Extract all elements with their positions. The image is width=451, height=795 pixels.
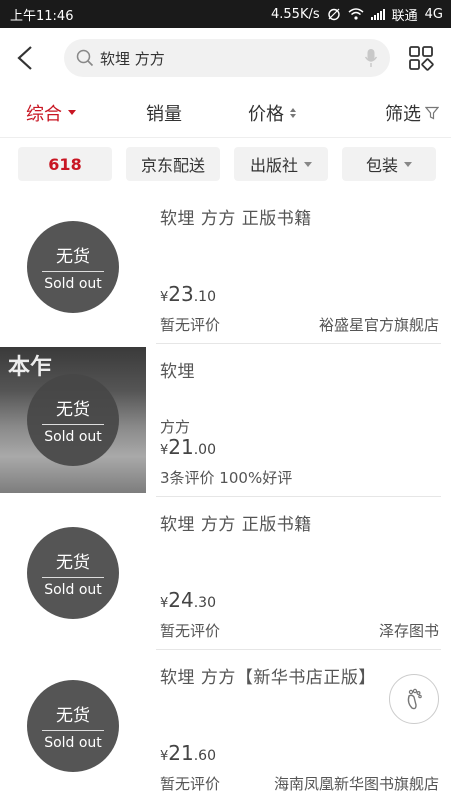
sort-bar: 综合 销量 价格 筛选 [0, 88, 451, 138]
product-title: 软埋 方方 正版书籍 [160, 515, 312, 535]
product-price: ¥24.30 [160, 588, 216, 612]
product-reviews: 3条评价 100%好评 [160, 469, 293, 487]
sort-tab-filter[interactable]: 筛选 [372, 100, 439, 126]
sold-out-badge: 无货 Sold out [27, 527, 119, 619]
carrier-name: 联通 [391, 8, 418, 24]
shop-name[interactable]: 裕盛星官方旗舰店 [319, 314, 439, 335]
product-reviews: 暂无评价 [160, 622, 221, 640]
shop-name[interactable]: 海南凤凰新华图书旗舰店 [274, 773, 439, 794]
filter-chip-jd-delivery[interactable]: 京东配送 [126, 147, 220, 181]
sort-tab-comprehensive[interactable]: 综合 [26, 100, 146, 126]
chevron-down-icon [304, 161, 312, 167]
product-title: 软埋 方方 正版书籍 [160, 209, 312, 229]
sold-out-badge: 无货 Sold out [27, 221, 119, 313]
chevron-down-icon [404, 161, 412, 167]
shop-name[interactable]: 泽存图书 [379, 620, 439, 641]
product-reviews: 暂无评价 [160, 775, 221, 793]
net-speed: 4.55K/s [271, 6, 320, 22]
filter-chip-packaging[interactable]: 包装 [342, 147, 436, 181]
sort-tab-price[interactable]: 价格 [248, 100, 372, 126]
product-title: 软埋 [160, 362, 195, 382]
product-item[interactable]: 无货 Sold out 软埋 方方 正版书籍 ¥23.10 暂无评价 裕盛星官方… [0, 190, 451, 343]
filter-funnel-icon [425, 106, 439, 119]
product-reviews: 暂无评价 [160, 316, 221, 334]
signal-icon [370, 8, 385, 20]
search-query[interactable]: 软埋 方方 [100, 48, 364, 69]
product-item[interactable]: 本乍 无货 Sold out 软埋 方方 ¥21.00 3条评价 100%好评 [0, 343, 451, 496]
back-arrow-icon [17, 46, 32, 70]
product-price: ¥21.60 [160, 741, 216, 765]
filter-chip-publisher[interactable]: 出版社 [234, 147, 328, 181]
product-item[interactable]: 无货 Sold out 软埋 方方【新华书店正版】 ¥21.60 暂无评价 海南… [0, 649, 451, 795]
cover-text: 本乍 [8, 354, 53, 380]
product-thumbnail: 无货 Sold out [0, 496, 146, 649]
product-price: ¥23.10 [160, 282, 216, 306]
filter-chips: 618 京东配送 出版社 包装 [0, 138, 451, 190]
grid-view-button[interactable] [406, 43, 436, 73]
microphone-icon[interactable] [364, 48, 378, 68]
product-author: 方方 [160, 418, 191, 436]
product-thumbnail: 本乍 无货 Sold out [0, 347, 146, 493]
footprint-icon [407, 688, 422, 710]
browse-history-button[interactable] [389, 674, 439, 724]
status-time: 上午11:46 [10, 8, 74, 24]
chevron-down-icon [68, 110, 76, 115]
wifi-icon [348, 8, 364, 20]
product-item[interactable]: 无货 Sold out 软埋 方方 正版书籍 ¥24.30 暂无评价 泽存图书 [0, 496, 451, 649]
product-list: 无货 Sold out 软埋 方方 正版书籍 ¥23.10 暂无评价 裕盛星官方… [0, 190, 451, 795]
product-thumbnail: 无货 Sold out [0, 190, 146, 343]
search-box[interactable]: 软埋 方方 [64, 39, 390, 77]
product-price: ¥21.00 [160, 435, 216, 459]
back-button[interactable] [16, 38, 46, 78]
sort-updown-icon [290, 107, 296, 118]
network-type: 4G [424, 6, 443, 22]
product-thumbnail: 无货 Sold out [0, 649, 146, 795]
grid-view-icon [409, 46, 434, 71]
sold-out-badge: 无货 Sold out [27, 374, 119, 466]
alarm-icon [327, 8, 340, 21]
search-icon [76, 49, 94, 67]
sort-tab-sales[interactable]: 销量 [146, 100, 248, 126]
status-bar: 上午11:46 4.55K/s 联通 4G [0, 0, 451, 28]
filter-chip-618[interactable]: 618 [18, 147, 112, 181]
search-header: 软埋 方方 [0, 28, 451, 88]
sold-out-badge: 无货 Sold out [27, 680, 119, 772]
